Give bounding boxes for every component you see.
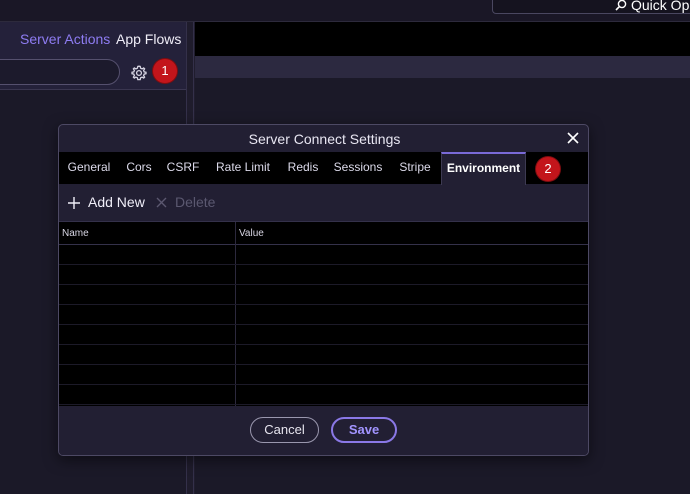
table-header: Name Value	[59, 222, 588, 245]
table-row[interactable]	[59, 285, 588, 305]
table-row[interactable]	[59, 245, 588, 265]
table-row[interactable]	[59, 365, 588, 385]
column-header-value: Value	[239, 228, 264, 239]
table-row[interactable]	[59, 385, 588, 405]
dialog-tabs: General Cors CSRF Rate Limit Redis Sessi…	[59, 152, 588, 185]
plus-icon	[68, 197, 80, 209]
step-badge-2: 2	[536, 157, 560, 181]
cancel-button[interactable]: Cancel	[250, 417, 319, 443]
search-icon	[615, 0, 627, 11]
tab-app-flows[interactable]: App Flows	[116, 31, 181, 47]
table-row[interactable]	[59, 265, 588, 285]
table-row[interactable]	[59, 305, 588, 325]
table-row[interactable]	[59, 345, 588, 365]
delete-label: Delete	[175, 194, 216, 210]
save-button[interactable]: Save	[331, 417, 397, 443]
tab-general[interactable]: General	[61, 152, 117, 184]
search-input[interactable]	[0, 59, 120, 85]
step-badge-1: 1	[153, 59, 177, 83]
close-icon[interactable]	[565, 130, 581, 146]
settings-dialog: Server Connect Settings General Cors CSR…	[58, 124, 589, 456]
dialog-footer: Cancel Save	[59, 406, 588, 455]
gear-icon[interactable]	[130, 64, 148, 82]
panel-tabs: Server Actions App Flows	[0, 22, 186, 56]
editor-header	[195, 22, 690, 56]
tab-environment[interactable]: Environment	[441, 152, 526, 185]
dialog-toolbar: Add New Delete	[59, 185, 588, 221]
tab-redis[interactable]: Redis	[281, 152, 325, 184]
close-icon	[156, 197, 167, 208]
editor-toolbar	[195, 56, 690, 79]
tab-rate-limit[interactable]: Rate Limit	[207, 152, 279, 184]
tab-stripe[interactable]: Stripe	[391, 152, 439, 184]
dialog-title: Server Connect Settings	[248, 131, 401, 147]
tab-sessions[interactable]: Sessions	[327, 152, 389, 184]
quick-open-label: Quick Open	[631, 0, 690, 13]
quick-open-button[interactable]: Quick Open	[492, 0, 690, 14]
top-bar: Quick Open	[0, 0, 690, 22]
tab-cors[interactable]: Cors	[119, 152, 159, 184]
add-new-label: Add New	[88, 194, 145, 210]
table-row[interactable]	[59, 325, 588, 345]
tab-server-actions[interactable]: Server Actions	[20, 31, 110, 47]
environment-table: Name Value	[59, 221, 588, 406]
tab-csrf[interactable]: CSRF	[161, 152, 205, 184]
column-header-name: Name	[62, 228, 89, 239]
